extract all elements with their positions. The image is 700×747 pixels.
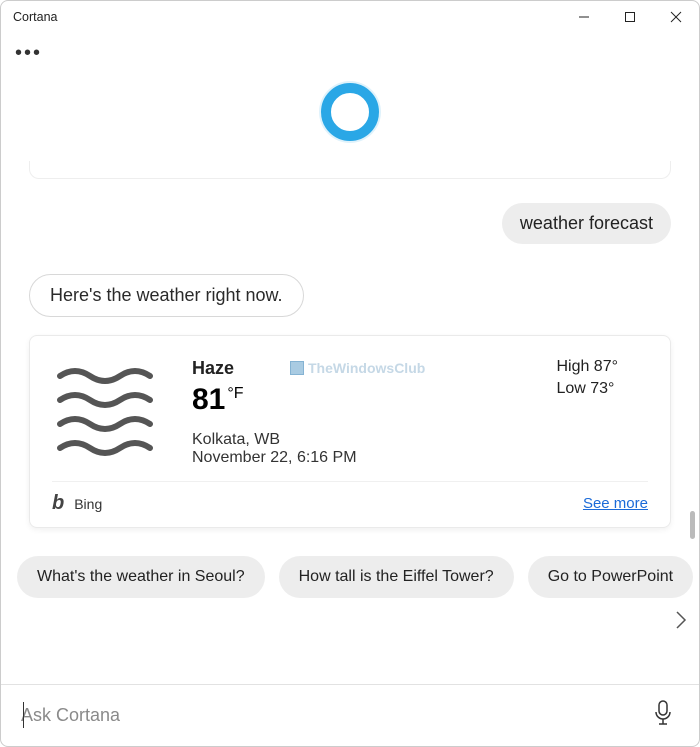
provider-label: Bing: [74, 496, 102, 512]
weather-extremes: High 87° Low 73°: [556, 358, 648, 402]
assistant-bubble: Here's the weather right now.: [29, 274, 304, 317]
toolbar: •••: [1, 33, 699, 73]
input-bar: [1, 684, 699, 746]
haze-icon: [52, 358, 172, 458]
text-caret: [23, 702, 24, 728]
suggestion-pill[interactable]: How tall is the Eiffel Tower?: [279, 556, 514, 598]
bing-icon: b: [52, 492, 64, 515]
weather-condition: Haze: [192, 358, 357, 379]
suggestion-pill[interactable]: What's the weather in Seoul?: [17, 556, 265, 598]
close-button[interactable]: [653, 1, 699, 33]
microphone-button[interactable]: [647, 694, 679, 737]
scrollbar-thumb[interactable]: [690, 511, 695, 539]
see-more-link[interactable]: See more: [583, 495, 648, 512]
more-menu-button[interactable]: •••: [15, 43, 42, 63]
minimize-button[interactable]: [561, 1, 607, 33]
chat-area: weather forecast Here's the weather righ…: [1, 161, 699, 528]
weather-temp-unit: °F: [227, 385, 243, 402]
suggestion-pill[interactable]: Go to PowerPoint: [528, 556, 693, 598]
previous-card-edge: [29, 161, 671, 179]
weather-temperature: 81°F: [192, 383, 357, 417]
suggestion-row: What's the weather in Seoul? How tall is…: [1, 556, 699, 598]
cortana-logo-wrap: [1, 73, 699, 161]
weather-datetime: November 22, 6:16 PM: [192, 449, 357, 467]
user-bubble: weather forecast: [502, 203, 671, 244]
ask-cortana-input[interactable]: [21, 705, 647, 726]
user-bubble-text: weather forecast: [520, 213, 653, 233]
user-message-row: weather forecast: [29, 203, 671, 244]
titlebar: Cortana: [1, 1, 699, 33]
weather-high: High 87°: [556, 358, 618, 376]
assistant-bubble-text: Here's the weather right now.: [50, 285, 283, 305]
maximize-button[interactable]: [607, 1, 653, 33]
weather-card[interactable]: TheWindowsClub Haze 81°F Kolkata, WB Nov…: [29, 335, 671, 528]
weather-low: Low 73°: [556, 380, 618, 398]
cortana-ring-icon: [321, 83, 379, 141]
window-title: Cortana: [13, 10, 57, 24]
suggestions-scroll-right[interactable]: [669, 598, 693, 642]
weather-temp-value: 81: [192, 383, 225, 416]
weather-location: Kolkata, WB: [192, 431, 357, 449]
assistant-message-row: Here's the weather right now.: [29, 274, 671, 317]
